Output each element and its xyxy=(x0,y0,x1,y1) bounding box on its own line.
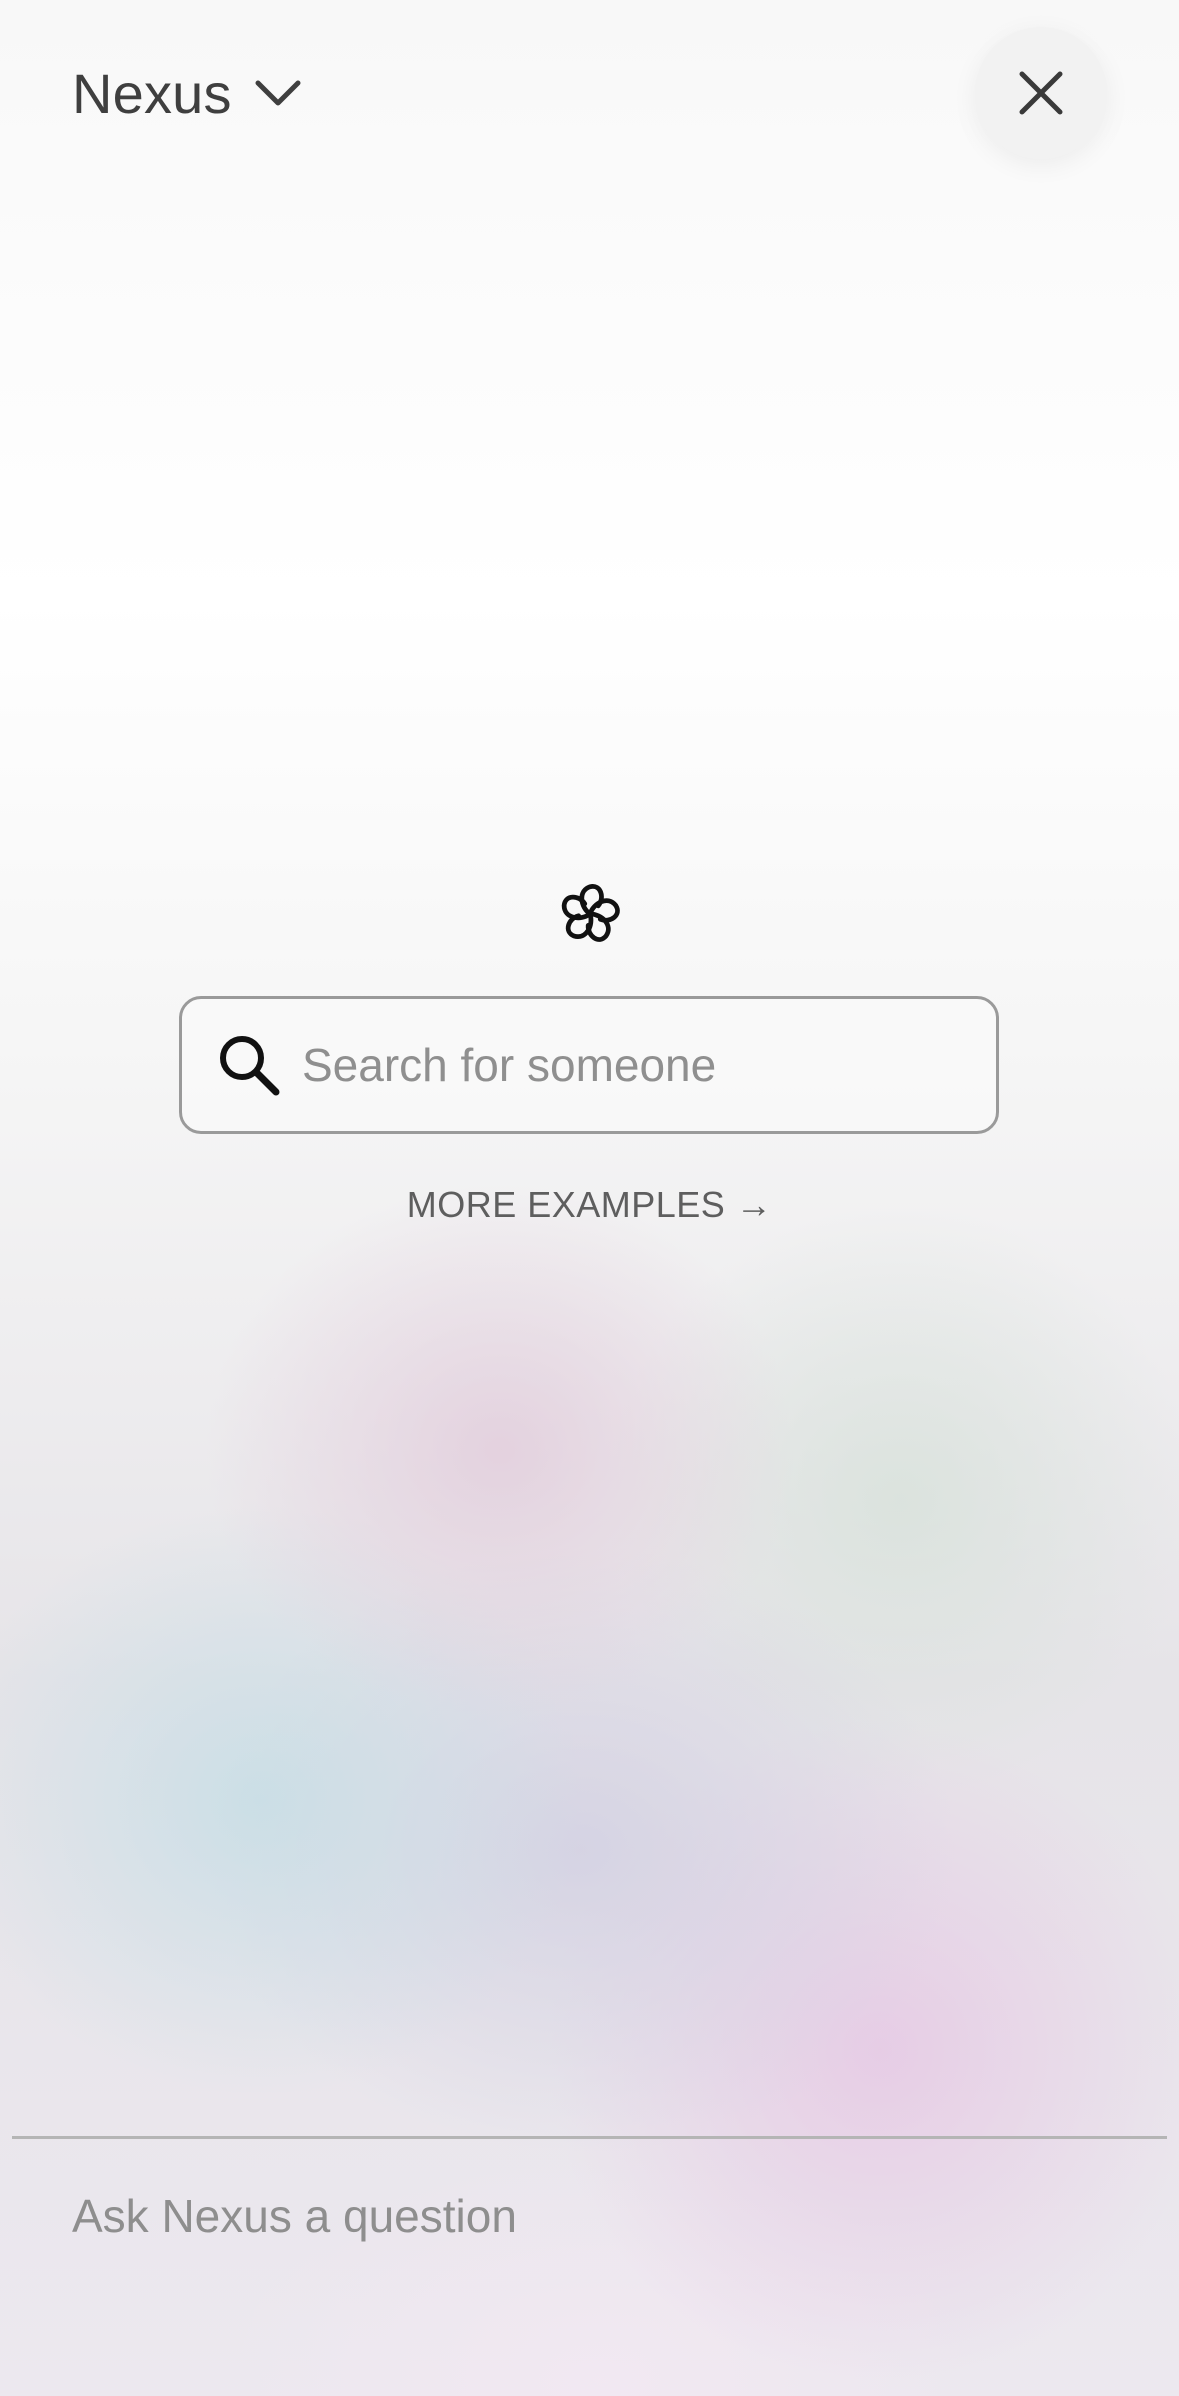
workspace-title: Nexus xyxy=(72,61,232,125)
workspace-switcher[interactable]: Nexus xyxy=(72,58,302,128)
close-icon xyxy=(1019,71,1063,115)
search-box[interactable] xyxy=(179,996,999,1134)
close-button[interactable] xyxy=(975,27,1107,159)
composer-divider xyxy=(12,2136,1167,2139)
search-input[interactable] xyxy=(300,1037,964,1093)
ask-question-input[interactable] xyxy=(72,2180,1102,2252)
flower-logo-icon xyxy=(561,884,620,942)
search-icon xyxy=(220,1036,280,1096)
more-examples-link[interactable]: MORE EXAMPLES → xyxy=(0,1184,1179,1226)
chevron-down-icon xyxy=(255,80,301,106)
